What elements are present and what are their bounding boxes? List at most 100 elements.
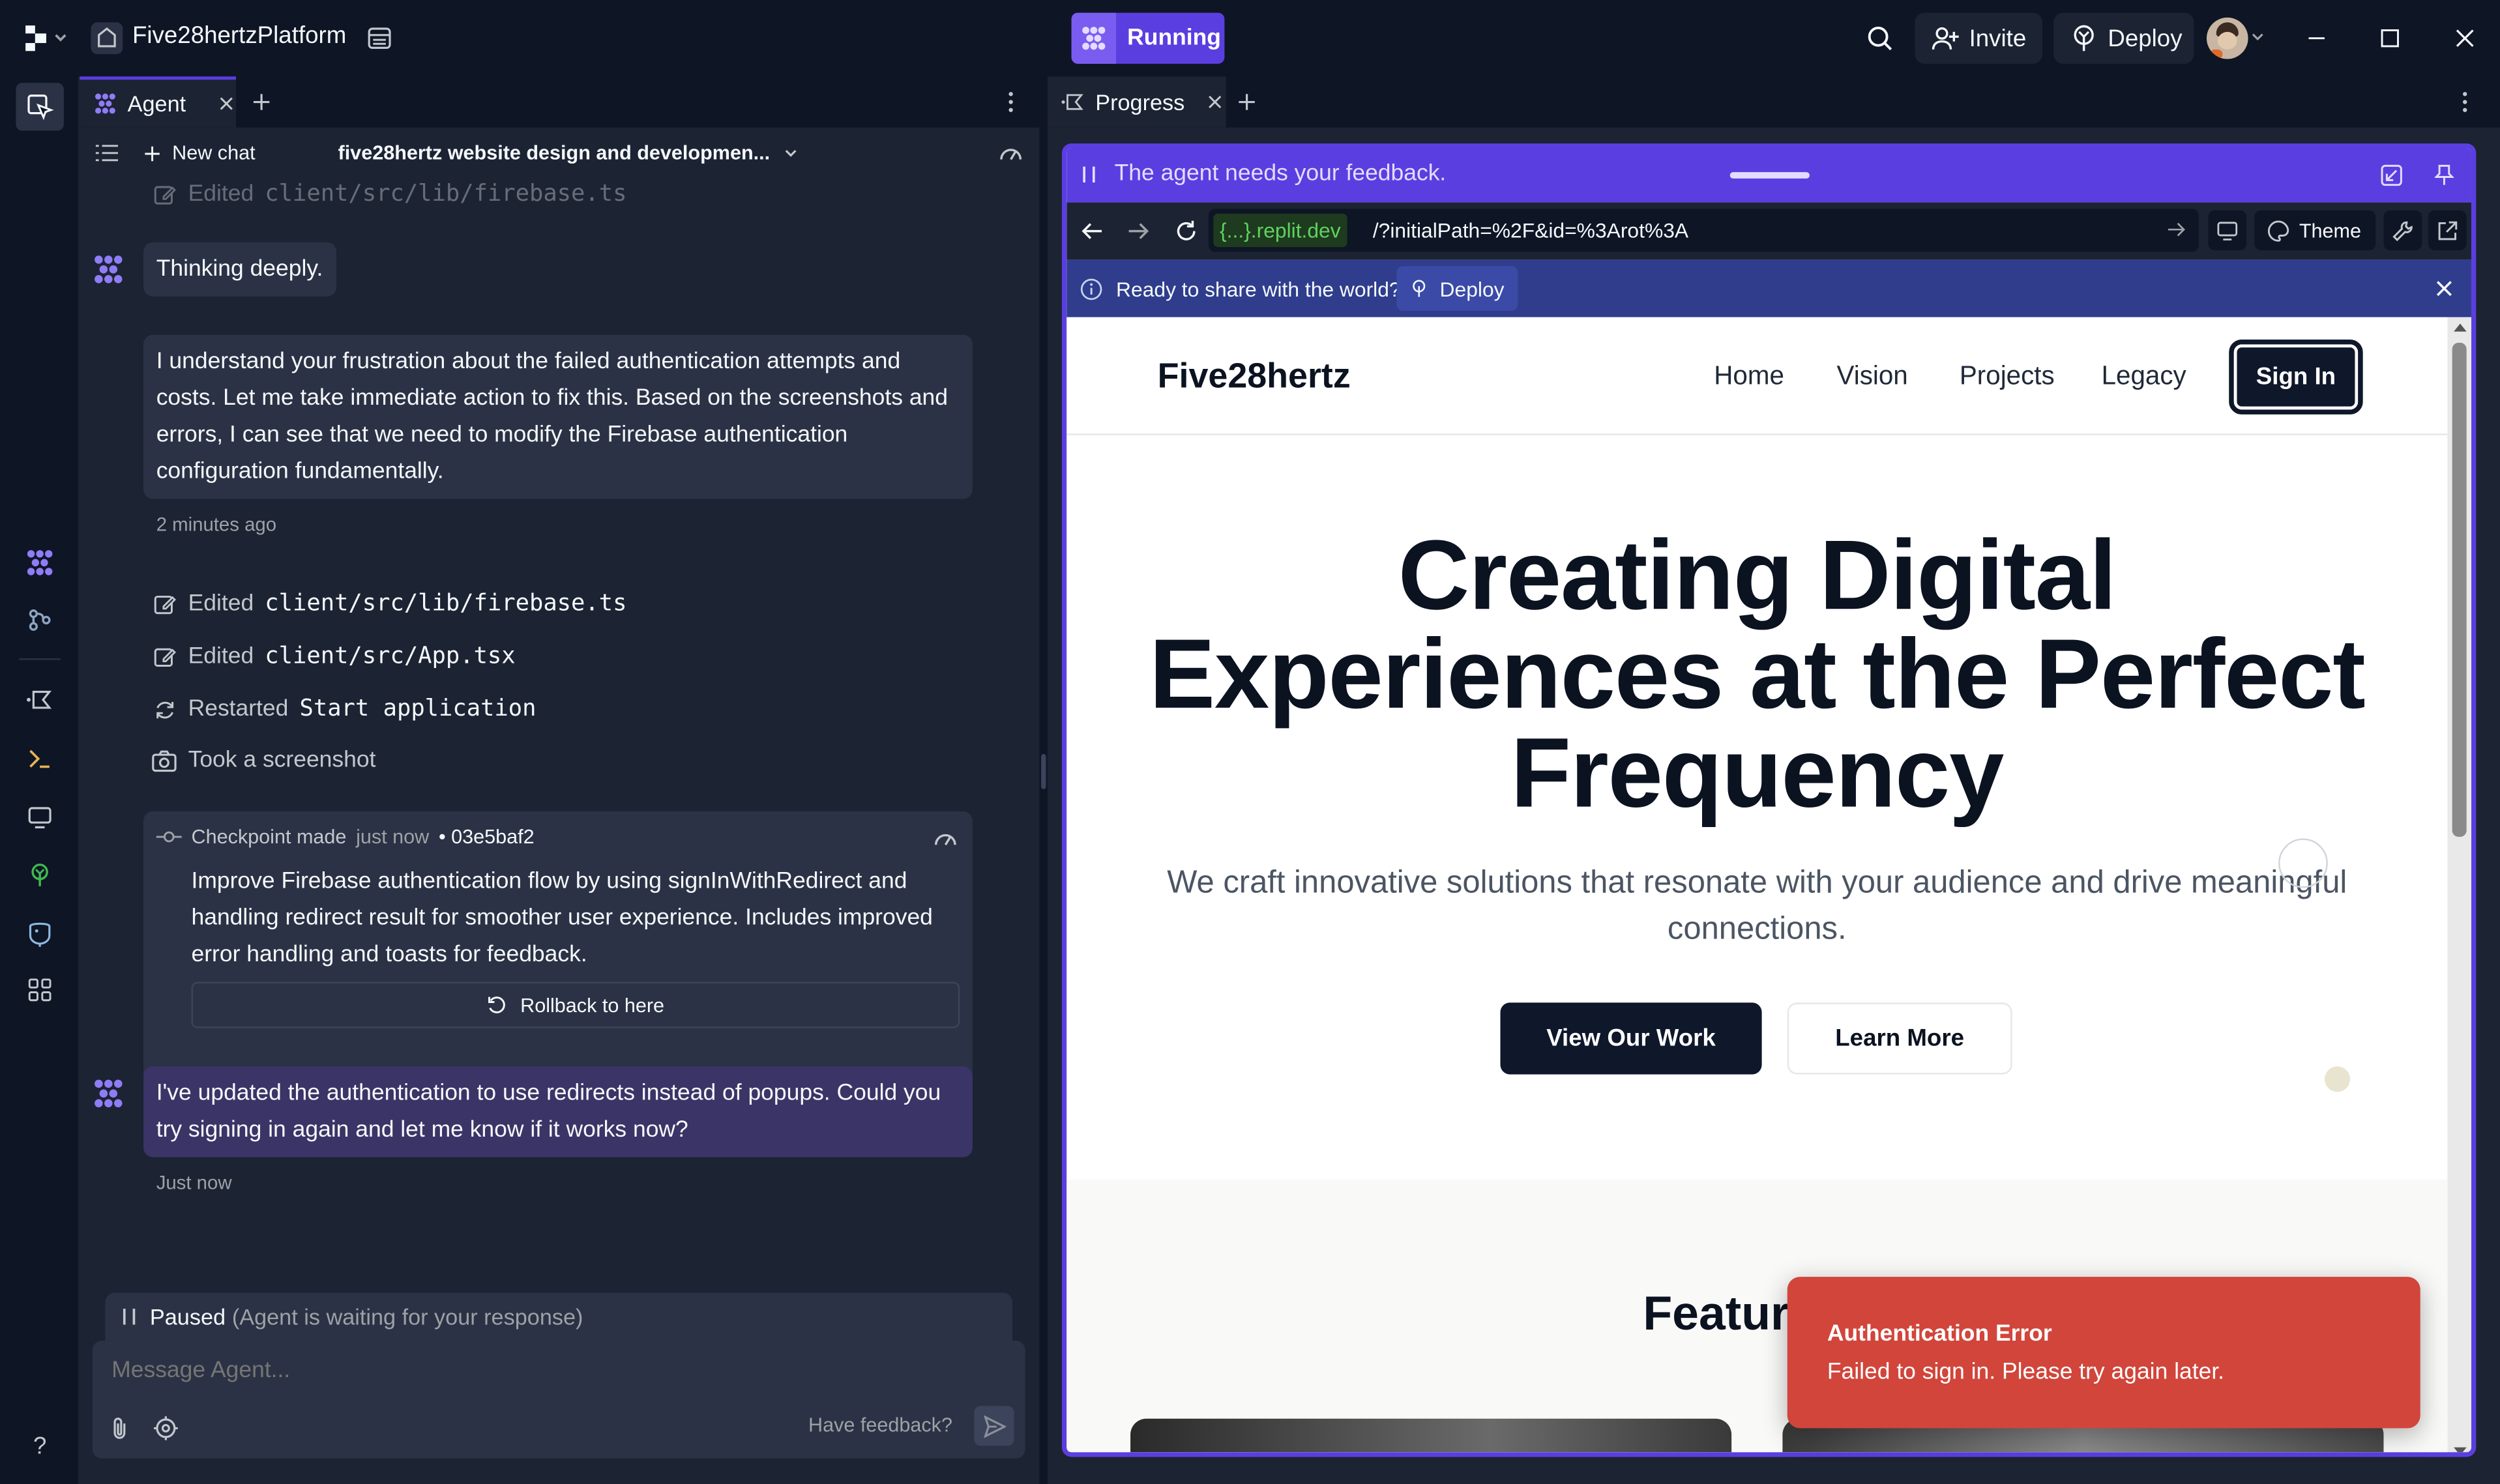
close-tab-icon[interactable] (1207, 94, 1223, 109)
forward-arrow-icon[interactable] (1126, 218, 1151, 244)
edit-icon (151, 591, 177, 617)
project-avatar-icon (91, 22, 123, 55)
progress-tool-icon[interactable] (21, 680, 59, 719)
webview-icon[interactable] (21, 798, 59, 837)
rollback-button[interactable]: Rollback to here (191, 982, 960, 1028)
attach-paperclip-icon[interactable] (107, 1414, 132, 1442)
agent-avatar-icon (91, 1076, 126, 1111)
go-arrow-icon[interactable] (2165, 218, 2187, 240)
device-preview-icon[interactable] (2208, 210, 2247, 250)
user-avatar[interactable] (2206, 17, 2248, 59)
browser-toolbar: {...}.replit.dev /?initialPath=%2F&id=%3… (1066, 202, 2471, 260)
agent-message-2: I've updated the authentication to use r… (143, 1066, 973, 1157)
deploy-icon (1409, 278, 1428, 300)
devtools-wrench-icon[interactable] (2383, 210, 2422, 250)
action-target: Start application (299, 696, 537, 722)
all-tools-grid-icon[interactable] (21, 970, 59, 1009)
action-item-3[interactable]: Restarted Start application (151, 691, 536, 727)
view-our-work-button[interactable]: View Our Work (1500, 1002, 1762, 1075)
nav-link-vision[interactable]: Vision (1837, 362, 1908, 392)
checkpoint-label: Checkpoint made (191, 825, 347, 849)
rail-divider (19, 658, 61, 660)
help-icon[interactable]: ? (21, 1427, 59, 1465)
database-elephant-icon[interactable] (21, 915, 59, 953)
action-prefix: Edited (188, 644, 254, 670)
left-rail: ? (0, 76, 80, 1484)
message-input[interactable] (108, 1352, 1001, 1390)
deployments-icon[interactable] (21, 856, 59, 894)
new-chat-button[interactable]: New chat (143, 139, 256, 167)
pane-splitter[interactable] (1039, 76, 1048, 1484)
checkpoint-header: Checkpoint made just now • 03e5baf2 (156, 826, 535, 848)
info-icon (1078, 276, 1103, 301)
invite-button[interactable]: Invite (1915, 12, 2043, 64)
preview-scrollbar[interactable] (2447, 317, 2471, 1453)
feedback-link[interactable]: Have feedback? (808, 1414, 952, 1436)
chevron-down-icon[interactable] (2250, 29, 2265, 44)
run-button[interactable]: Running (1071, 12, 1225, 64)
pane-menu-icon[interactable] (1001, 89, 1020, 115)
action-item-1[interactable]: Edited client/src/lib/firebase.ts (151, 587, 626, 622)
tab-agent[interactable]: Agent (80, 76, 236, 128)
back-arrow-icon[interactable] (1080, 218, 1105, 244)
minimize-icon[interactable] (2301, 22, 2332, 54)
tab-progress[interactable]: Progress (1047, 76, 1226, 128)
project-name[interactable]: Five28hertzPlatform (132, 22, 346, 50)
usage-gauge-icon[interactable] (931, 826, 960, 851)
maximize-icon[interactable] (2374, 22, 2406, 54)
checkpoint-time: just now (356, 825, 430, 849)
chat-history-list-icon[interactable] (94, 140, 119, 166)
drag-handle[interactable] (1729, 172, 1810, 179)
close-tab-icon[interactable] (218, 96, 233, 111)
learn-more-button[interactable]: Learn More (1787, 1002, 2012, 1075)
camera-icon (151, 748, 177, 773)
usage-gauge-icon[interactable] (997, 140, 1025, 166)
message-1-time: 2 minutes ago (156, 513, 277, 536)
action-item-4[interactable]: Took a screenshot (151, 743, 375, 778)
theme-button[interactable]: Theme (2254, 210, 2376, 250)
new-tab-plus-icon[interactable] (1234, 89, 1259, 115)
pane-menu-icon[interactable] (2456, 89, 2475, 115)
project-info-icon[interactable] (365, 22, 394, 54)
agent-tool-icon[interactable] (21, 544, 59, 582)
agent-message-1: I understand your frustration about the … (143, 334, 973, 499)
palette-icon (2267, 219, 2289, 241)
send-icon[interactable] (974, 1406, 1014, 1446)
replit-menu-icon[interactable] (22, 22, 70, 54)
deploy-button[interactable]: Deploy (2053, 12, 2194, 64)
share-deploy-button[interactable]: Deploy (1396, 266, 1518, 311)
project-card-image-1[interactable] (1130, 1418, 1732, 1453)
rollback-icon (487, 995, 508, 1015)
paused-detail: (Agent is waiting for your response) (231, 1303, 583, 1330)
action-prefix: Edited (188, 591, 254, 617)
shell-icon[interactable] (21, 740, 59, 778)
app-window: Five28hertzPlatform Running Invite Deplo… (0, 0, 2500, 1484)
feedback-banner-text: The agent needs your feedback. (1114, 161, 1447, 187)
nav-link-projects[interactable]: Projects (1960, 362, 2055, 392)
collapse-arrow-icon[interactable] (2379, 162, 2404, 188)
target-settings-icon[interactable] (151, 1414, 180, 1442)
thinking-bubble: Thinking deeply. (143, 242, 337, 297)
action-item-2[interactable]: Edited client/src/App.tsx (151, 639, 516, 675)
share-prompt: Ready to share with the world? (1116, 277, 1401, 302)
edit-icon (151, 182, 177, 207)
nav-link-home[interactable]: Home (1714, 362, 1784, 392)
new-tab-plus-icon[interactable] (249, 89, 274, 115)
message-composer: Have feedback? (92, 1340, 1025, 1459)
pin-icon[interactable] (2432, 162, 2457, 188)
search-icon[interactable] (1862, 21, 1898, 56)
reload-icon[interactable] (1172, 217, 1201, 246)
open-external-icon[interactable] (2428, 210, 2467, 250)
close-window-icon[interactable] (2449, 22, 2481, 54)
agent-pane: Agent New chat five28hertz website desig… (80, 76, 1040, 1484)
auth-error-toast[interactable]: Authentication Error Failed to sign in. … (1787, 1277, 2420, 1429)
message-2-time: Just now (156, 1171, 232, 1194)
site-brand[interactable]: Five28hertz (1158, 355, 1351, 397)
explorer-cursor-icon[interactable] (16, 83, 64, 131)
git-branch-icon[interactable] (21, 601, 59, 639)
close-icon[interactable] (2432, 276, 2457, 301)
nav-link-legacy[interactable]: Legacy (2102, 362, 2186, 392)
chat-title-selector[interactable]: five28hertz website design and developme… (338, 139, 799, 167)
url-field[interactable]: {...}.replit.dev /?initialPath=%2F&id=%3… (1208, 209, 2199, 252)
sign-in-button[interactable]: Sign In (2229, 339, 2363, 415)
